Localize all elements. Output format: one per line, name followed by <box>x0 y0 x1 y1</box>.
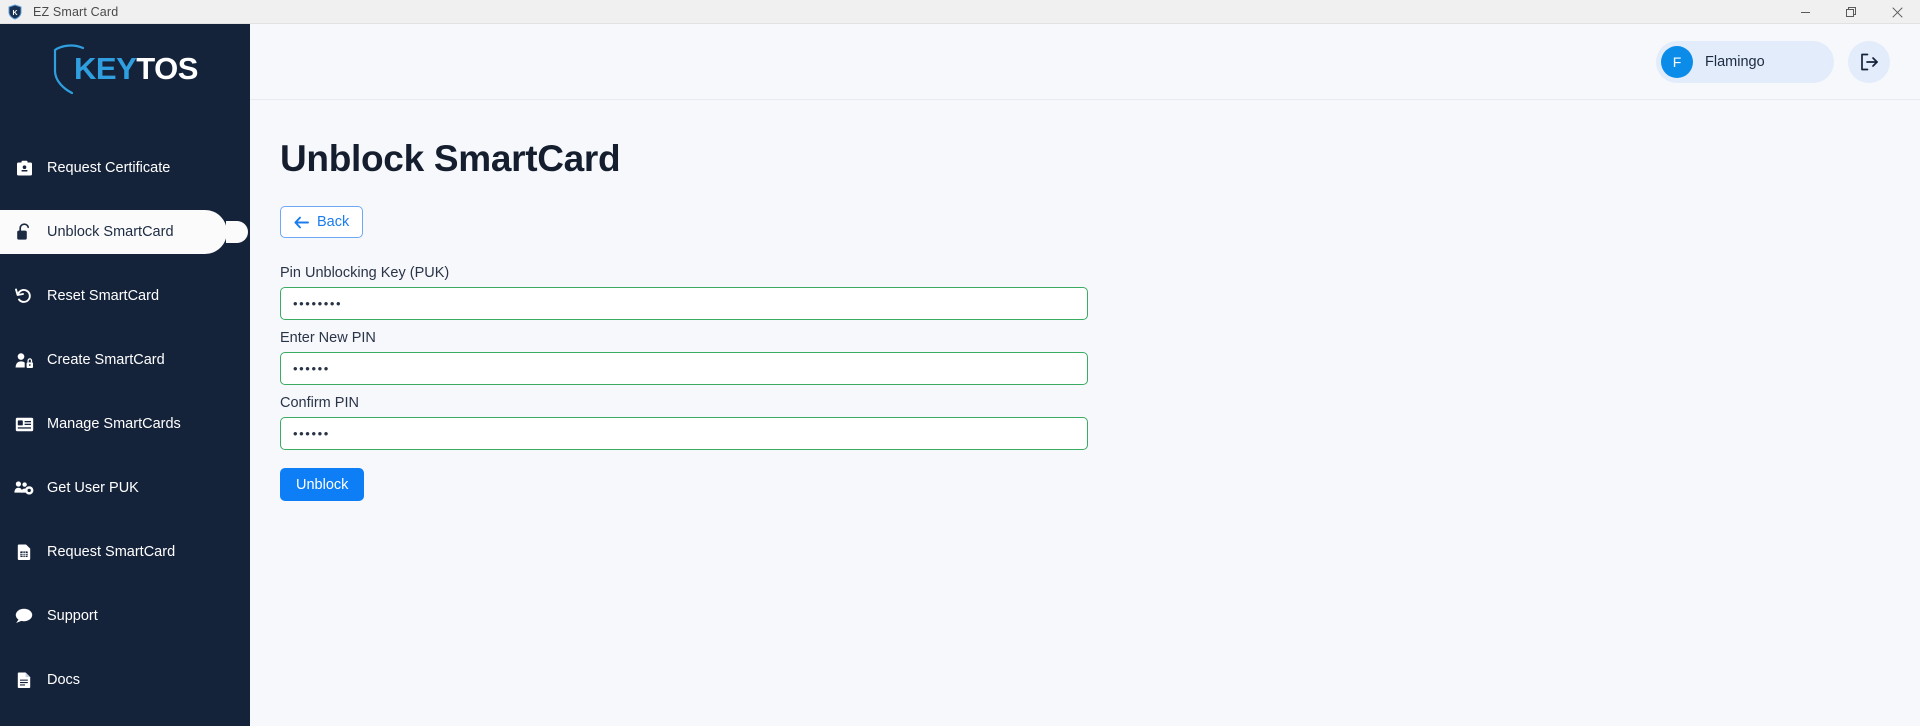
user-lock-icon <box>14 350 34 370</box>
arrow-left-icon <box>294 216 309 229</box>
sidebar-item-label: Unblock SmartCard <box>47 224 174 240</box>
unlock-padlock-icon <box>14 222 34 242</box>
sidebar-nav: Request Certificate Unblock SmartCard Re… <box>0 146 250 702</box>
new-pin-label: Enter New PIN <box>280 330 376 346</box>
field-group-confirm-pin: Confirm PIN <box>280 395 1920 450</box>
field-group-new-pin: Enter New PIN <box>280 330 1920 385</box>
document-icon <box>14 670 34 690</box>
user-name: Flamingo <box>1705 53 1765 70</box>
sidebar-item-label: Get User PUK <box>47 480 139 496</box>
page-title: Unblock SmartCard <box>280 138 621 179</box>
puk-input[interactable] <box>280 287 1088 320</box>
logo-text-secondary: TOS <box>136 51 198 86</box>
logout-icon <box>1860 53 1879 71</box>
sidebar-item-reset-smartcard[interactable]: Reset SmartCard <box>0 274 250 318</box>
sidebar-item-label: Docs <box>47 672 81 688</box>
confirm-pin-input[interactable] <box>280 417 1088 450</box>
users-gear-icon <box>14 478 34 498</box>
logout-button[interactable] <box>1848 40 1890 83</box>
sidebar-item-docs[interactable]: Docs <box>0 658 250 702</box>
sidebar-item-request-certificate[interactable]: Request Certificate <box>0 146 250 190</box>
main-area: F Flamingo Unblock SmartCard Back Pin Un… <box>250 24 1920 726</box>
topbar: F Flamingo <box>250 24 1920 100</box>
app-shell: KEY TOS Request Certificate Unblock Smar… <box>0 24 1920 726</box>
window-controls <box>1782 0 1920 24</box>
sidebar-item-label: Support <box>47 608 98 624</box>
sidebar-item-manage-smartcards[interactable]: Manage SmartCards <box>0 402 250 446</box>
certificate-badge-icon <box>14 158 34 178</box>
new-pin-input[interactable] <box>280 352 1088 385</box>
puk-label: Pin Unblocking Key (PUK) <box>280 265 450 281</box>
unblock-button[interactable]: Unblock <box>280 468 365 501</box>
back-button[interactable]: Back <box>280 206 364 238</box>
sidebar-item-support[interactable]: Support <box>0 594 250 638</box>
avatar: F <box>1661 45 1693 78</box>
app-logo[interactable]: KEY TOS <box>0 24 250 118</box>
sidebar-item-label: Request SmartCard <box>47 544 176 560</box>
window-title: EZ Smart Card <box>33 4 119 19</box>
user-profile-chip[interactable]: F Flamingo <box>1656 40 1834 83</box>
confirm-pin-label: Confirm PIN <box>280 395 359 411</box>
logo-text-primary: KEY <box>74 51 137 86</box>
sidebar-item-label: Reset SmartCard <box>47 288 160 304</box>
field-group-puk: Pin Unblocking Key (PUK) <box>280 265 1920 320</box>
sidebar-item-create-smartcard[interactable]: Create SmartCard <box>0 338 250 382</box>
sidebar-item-label: Request Certificate <box>47 160 171 176</box>
page-content: Unblock SmartCard Back Pin Unblocking Ke… <box>250 100 1920 726</box>
sidebar-item-label: Manage SmartCards <box>47 416 181 432</box>
restore-icon[interactable] <box>1828 0 1874 24</box>
minimize-icon[interactable] <box>1782 0 1828 24</box>
sidebar: KEY TOS Request Certificate Unblock Smar… <box>0 24 250 726</box>
id-card-icon <box>14 414 34 434</box>
sidebar-item-unblock-smartcard[interactable]: Unblock SmartCard <box>0 210 248 254</box>
window-titlebar: K EZ Smart Card <box>0 0 1920 24</box>
chat-bubble-icon <box>14 606 34 626</box>
sidebar-item-label: Create SmartCard <box>47 352 165 368</box>
sim-card-icon <box>14 542 34 562</box>
logo-text: KEY TOS <box>74 51 198 87</box>
close-icon[interactable] <box>1874 0 1920 24</box>
sidebar-item-get-user-puk[interactable]: Get User PUK <box>0 466 250 510</box>
svg-text:K: K <box>12 10 17 17</box>
shield-k-icon: K <box>7 3 23 20</box>
sidebar-item-request-smartcard[interactable]: Request SmartCard <box>0 530 250 574</box>
back-button-label: Back <box>317 214 350 230</box>
undo-arrow-icon <box>14 286 34 306</box>
